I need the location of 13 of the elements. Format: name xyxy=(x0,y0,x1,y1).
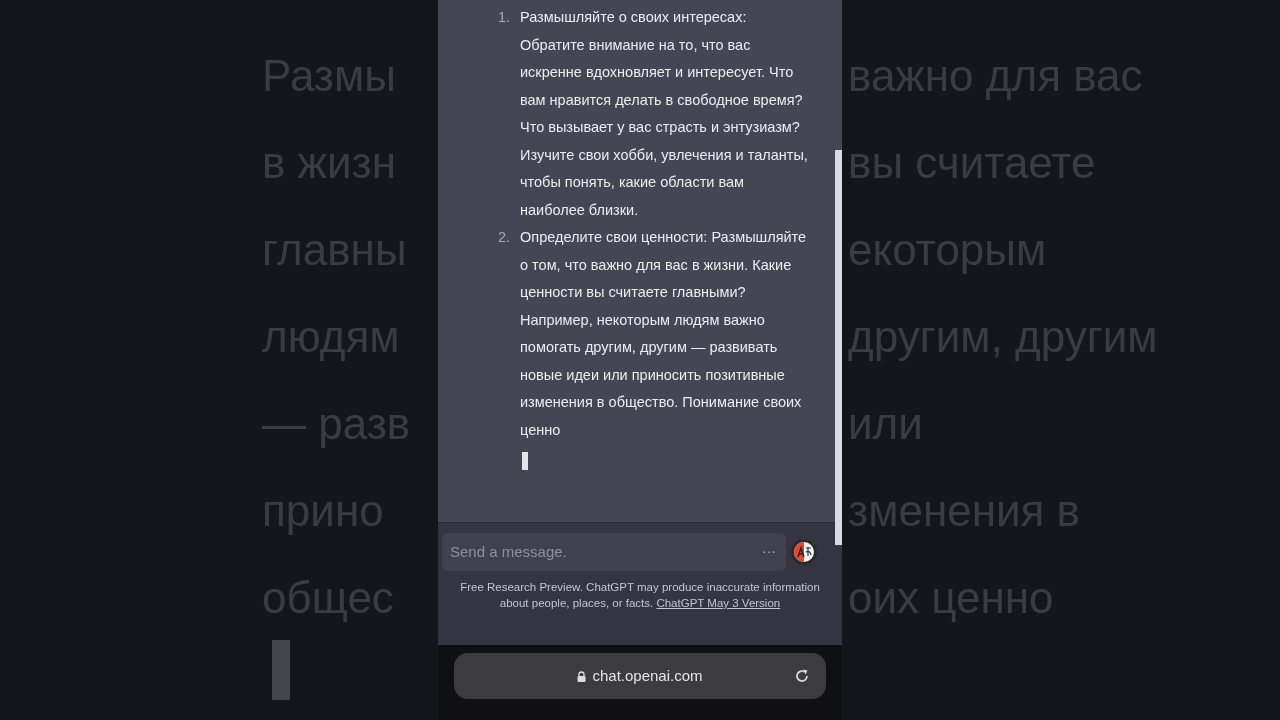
translate-icon[interactable] xyxy=(790,538,818,566)
address-bar[interactable]: chat.openai.com xyxy=(454,653,826,699)
reload-icon[interactable] xyxy=(794,668,810,684)
version-link[interactable]: ChatGPT May 3 Version xyxy=(656,597,781,609)
placeholder-text: Send a message. xyxy=(450,541,567,562)
more-icon[interactable]: ··· xyxy=(762,541,776,562)
lock-icon xyxy=(577,670,587,682)
list-number: 1. xyxy=(498,8,512,27)
list-number: 2. xyxy=(498,228,512,247)
disclaimer-text: Free Research Preview. ChatGPT may produce inaccurate information about people, places, or facts. ChatGPT May 3 Version xyxy=(459,580,821,611)
list-item-text: Размышляйте о своих интересах: Обратите внимание на то, что вас искренне вдохновляет и интересует. Что вам нравится делать в свободное время? Что вызывает у вас страсть и энтузиазм? Изучите свои хобби, увлечения и таланты, чтобы понять, какие области вам наиболее близки. xyxy=(520,8,808,220)
url-text: chat.openai.com xyxy=(592,665,703,686)
list-item-text: Определите свои ценности: Размышляйте о том, что важно для вас в жизни. Какие ценности вы считаете главными? Например, некоторым людям важно помогать другим, другим — развивать новые идеи или приносить позитивные изменения в общество. Понимание своих ценно xyxy=(520,228,808,440)
